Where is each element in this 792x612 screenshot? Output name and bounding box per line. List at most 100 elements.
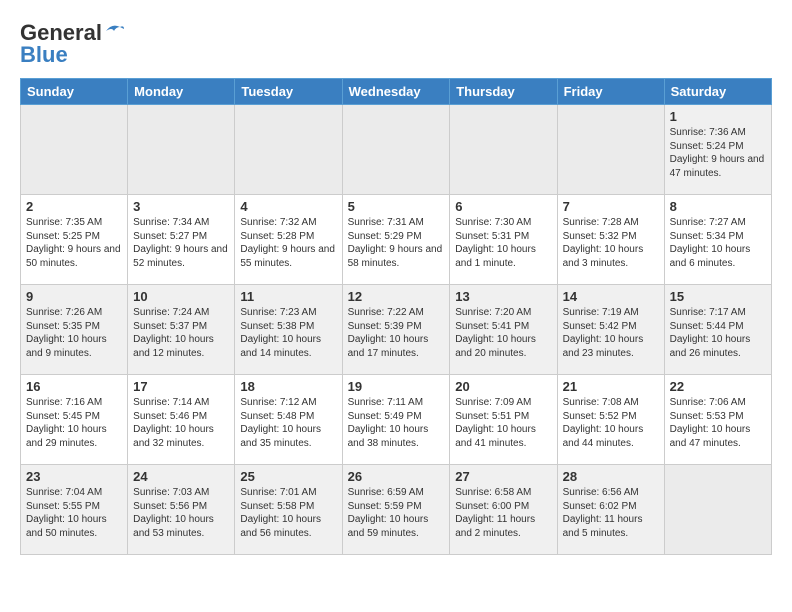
calendar-day-cell: 1Sunrise: 7:36 AM Sunset: 5:24 PM Daylig…: [664, 105, 771, 195]
day-number: 23: [26, 469, 122, 484]
day-info: Sunrise: 7:32 AM Sunset: 5:28 PM Dayligh…: [240, 216, 336, 270]
calendar-day-cell: 16 Sunrise: 7:16 AM Sunset: 5:45 PM Dayli…: [21, 375, 128, 465]
day-number: 4: [240, 199, 336, 214]
day-info: Sunrise: 7:01 AM Sunset: 5:58 PM Dayligh…: [240, 486, 336, 540]
day-number: 16: [26, 379, 122, 394]
calendar-day-cell: 6 Sunrise: 7:30 AM Sunset: 5:31 PM Daylig…: [450, 195, 557, 285]
day-info: Sunrise: 7:22 AM Sunset: 5:39 PM Dayligh…: [348, 306, 445, 360]
calendar-day-cell: 24 Sunrise: 7:03 AM Sunset: 5:56 PM Dayli…: [128, 465, 235, 555]
day-info: Sunrise: 7:31 AM Sunset: 5:29 PM Dayligh…: [348, 216, 445, 270]
weekday-header: Friday: [557, 79, 664, 105]
calendar-day-cell: 2 Sunrise: 7:35 AM Sunset: 5:25 PM Daylig…: [21, 195, 128, 285]
day-number: 19: [348, 379, 445, 394]
calendar-day-cell: 9 Sunrise: 7:26 AM Sunset: 5:35 PM Daylig…: [21, 285, 128, 375]
day-info: Sunrise: 6:56 AM Sunset: 6:02 PM Dayligh…: [563, 486, 659, 540]
calendar-table: SundayMondayTuesdayWednesdayThursdayFrid…: [20, 78, 772, 555]
day-info: Sunrise: 7:03 AM Sunset: 5:56 PM Dayligh…: [133, 486, 229, 540]
calendar-day-cell: [21, 105, 128, 195]
weekday-header: Wednesday: [342, 79, 450, 105]
day-info: Sunrise: 7:27 AM Sunset: 5:34 PM Dayligh…: [670, 216, 766, 270]
calendar-day-cell: 11 Sunrise: 7:23 AM Sunset: 5:38 PM Dayli…: [235, 285, 342, 375]
day-info: Sunrise: 7:04 AM Sunset: 5:55 PM Dayligh…: [26, 486, 122, 540]
day-number: 15: [670, 289, 766, 304]
calendar-day-cell: 23 Sunrise: 7:04 AM Sunset: 5:55 PM Dayli…: [21, 465, 128, 555]
calendar-day-cell: 26Sunrise: 6:59 AM Sunset: 5:59 PM Dayli…: [342, 465, 450, 555]
calendar-day-cell: 21 Sunrise: 7:08 AM Sunset: 5:52 PM Dayli…: [557, 375, 664, 465]
day-info: Sunrise: 7:16 AM Sunset: 5:45 PM Dayligh…: [26, 396, 122, 450]
logo: General Blue: [20, 20, 124, 68]
day-number: 1: [670, 109, 766, 124]
day-number: 14: [563, 289, 659, 304]
calendar-day-cell: 19 Sunrise: 7:11 AM Sunset: 5:49 PM Dayli…: [342, 375, 450, 465]
day-info: Sunrise: 7:34 AM Sunset: 5:27 PM Dayligh…: [133, 216, 229, 270]
day-info: Sunrise: 6:59 AM Sunset: 5:59 PM Dayligh…: [348, 486, 445, 540]
day-number: 27: [455, 469, 551, 484]
calendar-day-cell: [450, 105, 557, 195]
weekday-header: Tuesday: [235, 79, 342, 105]
day-number: 25: [240, 469, 336, 484]
calendar-day-cell: 3 Sunrise: 7:34 AM Sunset: 5:27 PM Daylig…: [128, 195, 235, 285]
day-number: 2: [26, 199, 122, 214]
day-number: 28: [563, 469, 659, 484]
calendar-day-cell: [342, 105, 450, 195]
day-number: 24: [133, 469, 229, 484]
calendar-day-cell: 15Sunrise: 7:17 AM Sunset: 5:44 PM Dayli…: [664, 285, 771, 375]
day-number: 11: [240, 289, 336, 304]
day-number: 9: [26, 289, 122, 304]
day-info: Sunrise: 7:12 AM Sunset: 5:48 PM Dayligh…: [240, 396, 336, 450]
day-info: Sunrise: 7:23 AM Sunset: 5:38 PM Dayligh…: [240, 306, 336, 360]
day-info: Sunrise: 7:35 AM Sunset: 5:25 PM Dayligh…: [26, 216, 122, 270]
day-info: Sunrise: 7:19 AM Sunset: 5:42 PM Dayligh…: [563, 306, 659, 360]
day-number: 13: [455, 289, 551, 304]
day-info: Sunrise: 7:09 AM Sunset: 5:51 PM Dayligh…: [455, 396, 551, 450]
calendar-day-cell: 17Sunrise: 7:14 AM Sunset: 5:46 PM Dayli…: [128, 375, 235, 465]
calendar-day-cell: [664, 465, 771, 555]
day-number: 12: [348, 289, 445, 304]
weekday-header: Monday: [128, 79, 235, 105]
calendar-day-cell: 14 Sunrise: 7:19 AM Sunset: 5:42 PM Dayli…: [557, 285, 664, 375]
day-info: Sunrise: 7:28 AM Sunset: 5:32 PM Dayligh…: [563, 216, 659, 270]
calendar-week-row: 23 Sunrise: 7:04 AM Sunset: 5:55 PM Dayli…: [21, 465, 772, 555]
calendar-day-cell: 10 Sunrise: 7:24 AM Sunset: 5:37 PM Dayli…: [128, 285, 235, 375]
calendar-day-cell: 25 Sunrise: 7:01 AM Sunset: 5:58 PM Dayli…: [235, 465, 342, 555]
calendar-day-cell: 12 Sunrise: 7:22 AM Sunset: 5:39 PM Dayli…: [342, 285, 450, 375]
day-info: Sunrise: 7:20 AM Sunset: 5:41 PM Dayligh…: [455, 306, 551, 360]
weekday-header: Saturday: [664, 79, 771, 105]
day-info: Sunrise: 7:06 AM Sunset: 5:53 PM Dayligh…: [670, 396, 766, 450]
day-info: Sunrise: 7:26 AM Sunset: 5:35 PM Dayligh…: [26, 306, 122, 360]
calendar-week-row: 2 Sunrise: 7:35 AM Sunset: 5:25 PM Daylig…: [21, 195, 772, 285]
day-number: 3: [133, 199, 229, 214]
calendar-day-cell: 27 Sunrise: 6:58 AM Sunset: 6:00 PM Dayli…: [450, 465, 557, 555]
weekday-header: Thursday: [450, 79, 557, 105]
day-info: Sunrise: 7:30 AM Sunset: 5:31 PM Dayligh…: [455, 216, 551, 270]
calendar-day-cell: 8Sunrise: 7:27 AM Sunset: 5:34 PM Daylig…: [664, 195, 771, 285]
weekday-header: Sunday: [21, 79, 128, 105]
day-number: 10: [133, 289, 229, 304]
day-number: 7: [563, 199, 659, 214]
calendar-day-cell: 4 Sunrise: 7:32 AM Sunset: 5:28 PM Daylig…: [235, 195, 342, 285]
calendar-day-cell: 13 Sunrise: 7:20 AM Sunset: 5:41 PM Dayli…: [450, 285, 557, 375]
day-info: Sunrise: 7:11 AM Sunset: 5:49 PM Dayligh…: [348, 396, 445, 450]
calendar-day-cell: [128, 105, 235, 195]
logo-blue: Blue: [20, 42, 68, 68]
day-number: 22: [670, 379, 766, 394]
calendar-day-cell: [557, 105, 664, 195]
calendar-header-row: SundayMondayTuesdayWednesdayThursdayFrid…: [21, 79, 772, 105]
day-number: 6: [455, 199, 551, 214]
calendar-day-cell: 20 Sunrise: 7:09 AM Sunset: 5:51 PM Dayli…: [450, 375, 557, 465]
day-info: Sunrise: 7:24 AM Sunset: 5:37 PM Dayligh…: [133, 306, 229, 360]
day-number: 21: [563, 379, 659, 394]
day-number: 5: [348, 199, 445, 214]
day-number: 18: [240, 379, 336, 394]
calendar-week-row: 16 Sunrise: 7:16 AM Sunset: 5:45 PM Dayli…: [21, 375, 772, 465]
calendar-day-cell: 7 Sunrise: 7:28 AM Sunset: 5:32 PM Daylig…: [557, 195, 664, 285]
calendar-day-cell: [235, 105, 342, 195]
day-number: 20: [455, 379, 551, 394]
calendar-day-cell: 22 Sunrise: 7:06 AM Sunset: 5:53 PM Dayli…: [664, 375, 771, 465]
calendar-day-cell: 28 Sunrise: 6:56 AM Sunset: 6:02 PM Dayli…: [557, 465, 664, 555]
day-info: Sunrise: 7:08 AM Sunset: 5:52 PM Dayligh…: [563, 396, 659, 450]
calendar-day-cell: 5 Sunrise: 7:31 AM Sunset: 5:29 PM Daylig…: [342, 195, 450, 285]
calendar-day-cell: 18 Sunrise: 7:12 AM Sunset: 5:48 PM Dayli…: [235, 375, 342, 465]
day-info: Sunrise: 6:58 AM Sunset: 6:00 PM Dayligh…: [455, 486, 551, 540]
page-header: General Blue: [20, 20, 772, 68]
